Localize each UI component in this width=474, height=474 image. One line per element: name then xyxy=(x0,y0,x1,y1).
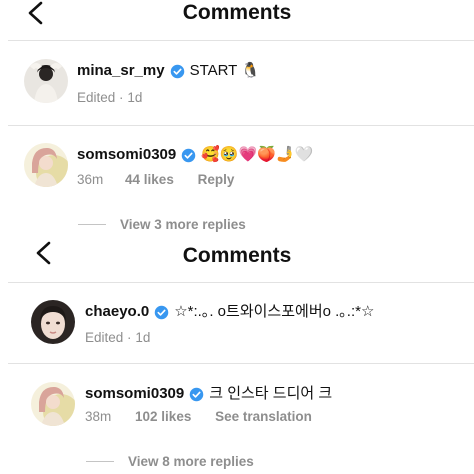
avatar[interactable] xyxy=(31,300,75,344)
comment-age: 1d xyxy=(135,330,151,345)
avatar-image xyxy=(24,59,68,103)
likes-count[interactable]: 44 likes xyxy=(125,172,174,187)
replies-rule xyxy=(86,461,114,462)
verified-badge-icon xyxy=(170,64,185,79)
avatar[interactable] xyxy=(31,382,75,426)
comment-username[interactable]: chaeyo.0 xyxy=(85,302,149,322)
see-translation-button[interactable]: See translation xyxy=(215,409,312,424)
comment-text: START 🐧 xyxy=(189,62,260,79)
comment-username[interactable]: mina_sr_my xyxy=(77,61,165,81)
avatar-image xyxy=(24,143,68,187)
page-title: Comments xyxy=(182,244,292,267)
edited-label: Edited xyxy=(85,330,124,345)
comment-divider xyxy=(8,363,474,364)
page-title: Comments xyxy=(182,1,292,24)
meta-dot: · xyxy=(119,90,124,105)
likes-count[interactable]: 102 likes xyxy=(135,409,191,424)
view-replies-label: View 8 more replies xyxy=(128,454,254,469)
comment-age: 36m xyxy=(77,172,104,187)
header-divider xyxy=(8,282,474,283)
verified-badge-icon xyxy=(181,148,196,163)
view-more-replies-button[interactable]: View 8 more replies xyxy=(86,454,254,469)
comment-line: somsomi0309 🥰🥹💗🍑🤳🤍 xyxy=(77,145,313,165)
comment-meta: 38m 102 likes See translation xyxy=(85,408,312,426)
comment-line: somsomi0309 크 인스타 드디어 크 xyxy=(85,384,332,404)
comment-username[interactable]: somsomi0309 xyxy=(85,384,184,404)
verified-badge-icon xyxy=(154,305,169,320)
replies-rule xyxy=(78,224,106,225)
comment-text: ☆*:.｡. o트와이스포에버o .｡.:*☆ xyxy=(174,303,375,320)
edited-label: Edited xyxy=(77,90,116,105)
avatar-image xyxy=(31,382,75,426)
avatar[interactable] xyxy=(24,143,68,187)
meta-dot: · xyxy=(127,330,132,345)
comment-meta: Edited · 1d xyxy=(77,89,142,107)
comments-header: Comments xyxy=(0,236,474,276)
comments-header: Comments xyxy=(0,0,474,34)
comment-username[interactable]: somsomi0309 xyxy=(77,145,176,165)
comment-line: mina_sr_my START 🐧 xyxy=(77,61,260,81)
avatar[interactable] xyxy=(24,59,68,103)
comments-panel-bottom: Comments chaeyo.0 ☆*:.｡. o트와이스포에버o .｡.:*… xyxy=(0,236,474,474)
comment-age: 1d xyxy=(127,90,143,105)
comment-text: 🥰🥹💗🍑🤳🤍 xyxy=(201,146,314,163)
reply-button[interactable]: Reply xyxy=(198,172,235,187)
comment-line: chaeyo.0 ☆*:.｡. o트와이스포에버o .｡.:*☆ xyxy=(85,302,374,322)
comment-text: 크 인스타 드디어 크 xyxy=(209,385,333,402)
comment-divider xyxy=(8,125,474,126)
comment-age: 38m xyxy=(85,409,112,424)
comment-meta: 36m 44 likes Reply xyxy=(77,171,234,189)
view-replies-label: View 3 more replies xyxy=(120,217,246,232)
header-divider xyxy=(8,40,474,41)
comment-meta: Edited · 1d xyxy=(85,329,150,347)
view-more-replies-button[interactable]: View 3 more replies xyxy=(78,217,246,232)
avatar-image xyxy=(31,300,75,344)
comments-panel-top: Comments mina_sr_my START 🐧 Edited · 1d xyxy=(0,0,474,236)
verified-badge-icon xyxy=(189,387,204,402)
